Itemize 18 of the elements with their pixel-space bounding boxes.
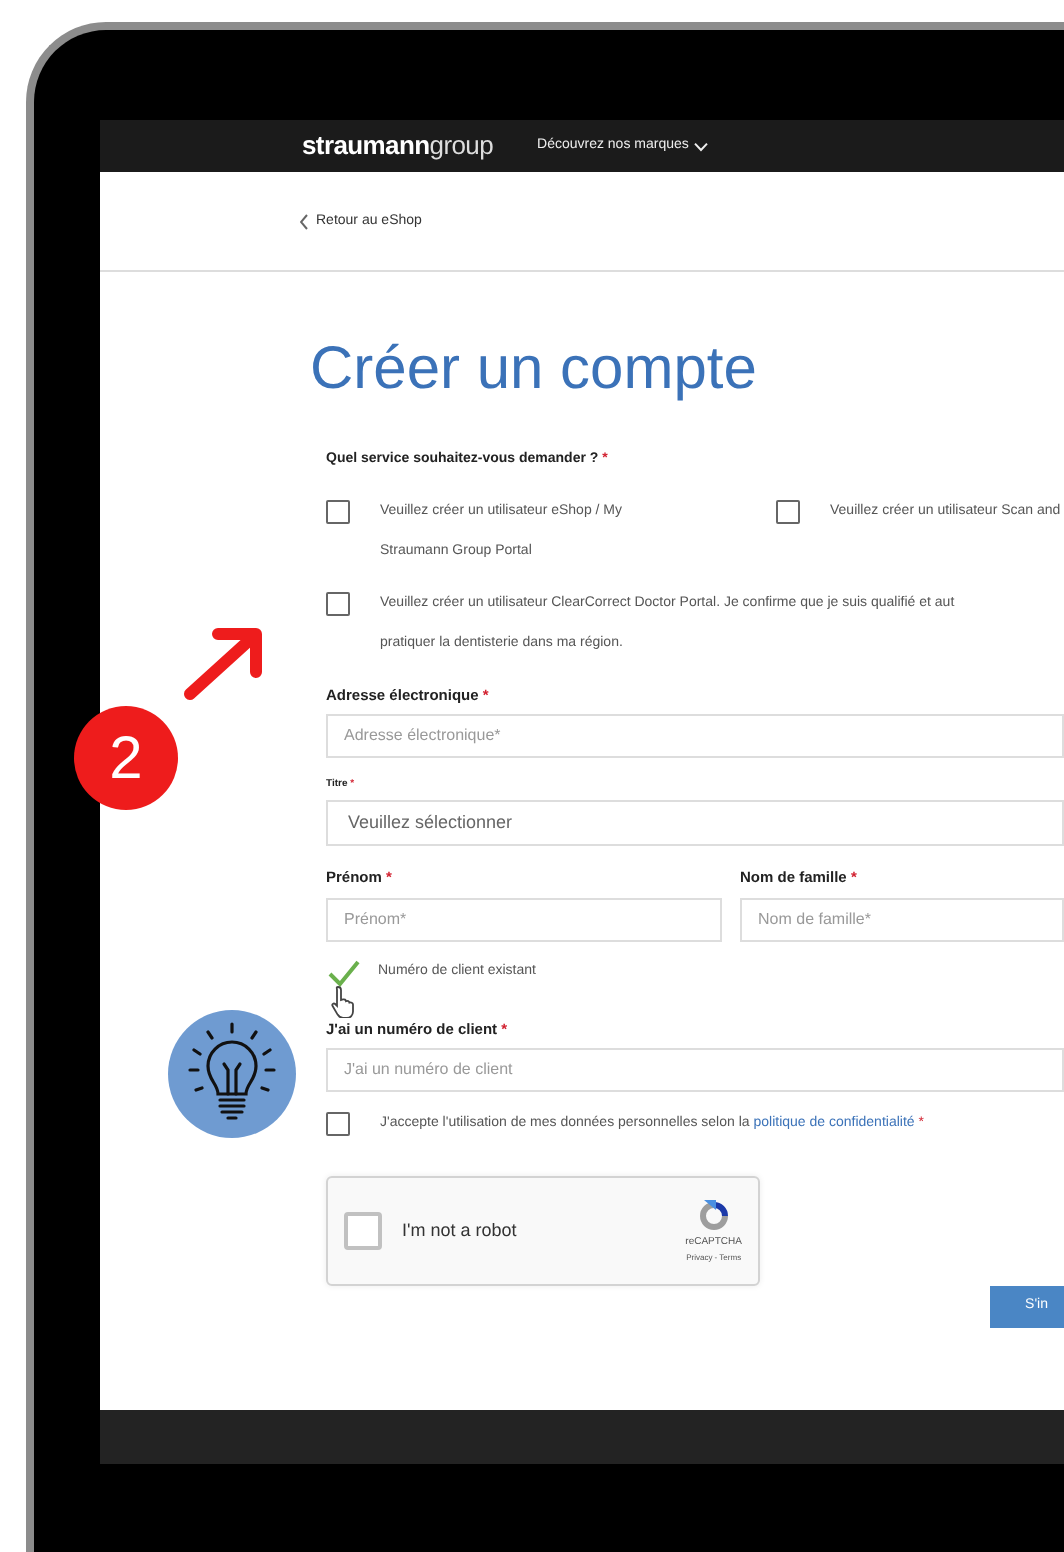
checkmark-icon[interactable] bbox=[326, 957, 362, 989]
page-title: Créer un compte bbox=[310, 334, 759, 406]
chevron-icon bbox=[694, 141, 709, 151]
first-name-field[interactable]: Prénom* bbox=[326, 897, 722, 941]
lightbulb-icon bbox=[166, 1008, 298, 1140]
chevron-left-icon bbox=[300, 214, 308, 230]
checkbox[interactable] bbox=[326, 591, 350, 615]
checkbox[interactable] bbox=[326, 499, 350, 523]
checkbox[interactable] bbox=[776, 499, 800, 523]
salutation-select[interactable]: Veuillez sélectionner bbox=[326, 800, 1064, 847]
captcha-label: I'm not a robot bbox=[402, 1217, 519, 1243]
captcha-checkbox[interactable] bbox=[344, 1211, 382, 1250]
last-name-field[interactable]: Nom de famille* bbox=[740, 897, 1064, 941]
hand-cursor-icon bbox=[330, 984, 358, 1018]
brand-logo[interactable]: straumanngroup bbox=[302, 126, 494, 166]
checkbox[interactable] bbox=[326, 1111, 350, 1136]
email-field[interactable]: Adresse électronique* bbox=[326, 713, 1064, 758]
client-number-field[interactable]: J'ai un numéro de client bbox=[326, 1047, 1064, 1092]
